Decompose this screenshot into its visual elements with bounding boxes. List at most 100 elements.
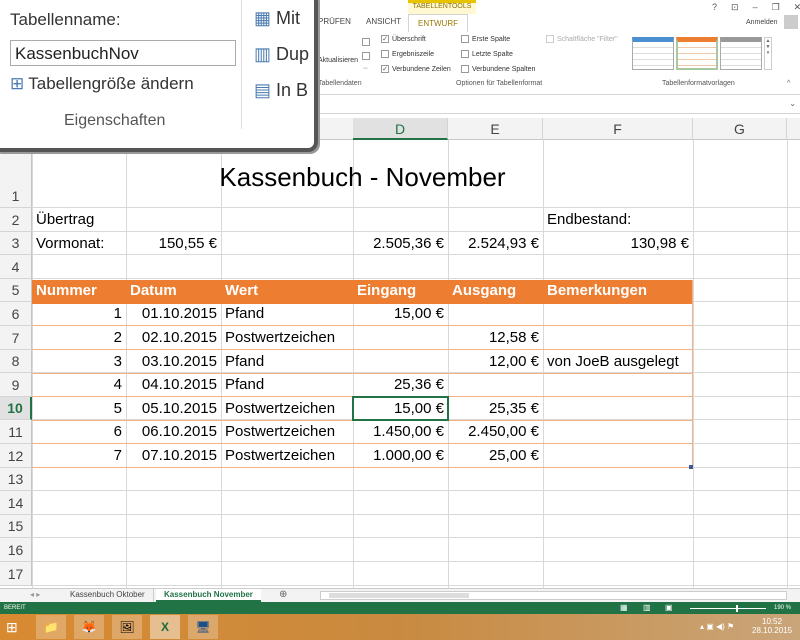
help-button[interactable]: ? xyxy=(712,2,717,13)
table-cell[interactable]: 2 xyxy=(32,326,126,349)
table-cell[interactable]: 5 xyxy=(32,397,126,420)
table-cell[interactable]: 02.10.2015 xyxy=(126,326,221,349)
sheet-title[interactable]: Kassenbuch - November xyxy=(32,160,693,194)
column-header-g[interactable]: G xyxy=(693,118,787,140)
row-header-14[interactable]: 14 xyxy=(0,491,32,515)
table-cell[interactable]: Pfand xyxy=(221,350,353,373)
table-style-blue[interactable] xyxy=(632,37,674,70)
table-cell[interactable]: 05.10.2015 xyxy=(126,397,221,420)
table-cell[interactable]: 04.10.2015 xyxy=(126,373,221,396)
row-header-6[interactable]: 6 xyxy=(0,302,32,326)
option-last-column[interactable]: Letzte Spalte xyxy=(461,50,513,58)
column-header-e[interactable]: E xyxy=(448,118,543,140)
resize-table-button[interactable]: ⊞ Tabellengröße ändern xyxy=(10,74,194,94)
tab-pruefen[interactable]: PRÜFEN xyxy=(318,17,351,26)
row-header-9[interactable]: 9 xyxy=(0,373,32,397)
table-resize-handle[interactable] xyxy=(689,465,693,469)
table-cell[interactable]: 6 xyxy=(32,420,126,443)
table-header-ausgang[interactable]: Ausgang xyxy=(448,279,543,302)
row-header-15[interactable]: 15 xyxy=(0,514,32,539)
row-header-12[interactable]: 12 xyxy=(0,444,32,468)
photos-icon[interactable]: 🖼 xyxy=(112,615,142,639)
properties-icon[interactable] xyxy=(362,38,370,46)
open-browser-icon[interactable] xyxy=(362,52,370,60)
table-cell[interactable]: 15,00 € xyxy=(353,302,448,325)
table-cell[interactable]: 1.450,00 € xyxy=(353,420,448,443)
convert-to-range-button[interactable]: ▤ In B xyxy=(254,80,308,101)
clock[interactable]: 10:52 28.10.2015 xyxy=(752,617,792,635)
column-header-d[interactable]: D xyxy=(353,118,448,140)
tray-icons[interactable]: ▴ ▣ ◀) ⚑ xyxy=(700,622,734,631)
table-cell[interactable]: 12,58 € xyxy=(448,326,543,349)
summarize-pivot-button[interactable]: ▦ Mit xyxy=(254,8,300,29)
option-first-column[interactable]: Erste Spalte xyxy=(461,35,510,43)
table-cell[interactable]: Postwertzeichen xyxy=(221,397,353,420)
zoom-level[interactable]: 190 % xyxy=(774,605,791,611)
table-cell[interactable]: 7 xyxy=(32,444,126,467)
table-cell[interactable]: Postwertzeichen xyxy=(221,420,353,443)
row-header-17[interactable]: 17 xyxy=(0,562,32,586)
ribbon-options-button[interactable]: ⊡ xyxy=(731,2,739,13)
label-endbestand[interactable]: Endbestand: xyxy=(543,208,693,231)
row-header-13[interactable]: 13 xyxy=(0,467,32,492)
cell-vormonat-value[interactable]: 150,55 € xyxy=(126,232,221,255)
row-header-2[interactable]: 2 xyxy=(0,208,32,232)
option-header-row[interactable]: ✓ Überschrift xyxy=(381,35,426,43)
collapse-ribbon-icon[interactable]: ^ xyxy=(787,80,790,87)
cell-endbestand-value[interactable]: 130,98 € xyxy=(543,232,693,255)
table-cell[interactable]: 25,35 € xyxy=(448,397,543,420)
table-name-input[interactable]: KassenbuchNov xyxy=(10,40,236,66)
table-header-eingang[interactable]: Eingang xyxy=(353,279,448,302)
table-header-bemerkungen[interactable]: Bemerkungen xyxy=(543,279,693,302)
table-cell[interactable]: von JoeB ausgelegt xyxy=(543,350,693,373)
unlink-icon[interactable]: ⇔ xyxy=(362,65,369,72)
formula-bar[interactable]: ⌄ xyxy=(318,96,800,114)
row-header-16[interactable]: 16 xyxy=(0,538,32,562)
page-layout-icon[interactable]: ▥ xyxy=(643,603,651,612)
row-header-5[interactable]: 5 xyxy=(0,278,32,303)
table-cell[interactable]: 4 xyxy=(32,373,126,396)
cell-sum-eingang[interactable]: 2.505,36 € xyxy=(353,232,448,255)
row-header-4[interactable]: 4 xyxy=(0,255,32,279)
tab-ansicht[interactable]: ANSICHT xyxy=(366,17,401,26)
windows-start-icon[interactable]: ⊞ xyxy=(6,619,18,636)
horizontal-scrollbar[interactable] xyxy=(320,591,787,600)
table-cell[interactable]: 12,00 € xyxy=(448,350,543,373)
styles-scroll-icon[interactable]: ▲ ▼ ▾ xyxy=(764,37,772,70)
expand-formula-icon[interactable]: ⌄ xyxy=(789,99,796,108)
table-cell[interactable]: 25,00 € xyxy=(448,444,543,467)
column-header-f[interactable]: F xyxy=(543,118,693,140)
table-cell[interactable]: 06.10.2015 xyxy=(126,420,221,443)
table-cell[interactable]: 01.10.2015 xyxy=(126,302,221,325)
normal-view-icon[interactable]: ▦ xyxy=(620,603,628,612)
minimize-button[interactable]: – xyxy=(753,2,758,13)
active-cell-d10[interactable] xyxy=(352,395,449,421)
page-break-icon[interactable]: ▣ xyxy=(665,603,673,612)
close-button[interactable]: ✕ xyxy=(794,2,800,13)
add-sheet-button[interactable]: ⊕ xyxy=(279,589,287,600)
label-uebertrag[interactable]: Übertrag xyxy=(32,208,126,231)
refresh-button[interactable]: Aktualisieren xyxy=(318,57,358,64)
table-cell[interactable]: Postwertzeichen xyxy=(221,326,353,349)
table-header-wert[interactable]: Wert xyxy=(221,279,353,302)
scroll-tabs-icon[interactable]: ◂ ▸ xyxy=(30,590,40,599)
sheet-tab-oktober[interactable]: Kassenbuch Oktober xyxy=(62,589,154,602)
file-explorer-icon[interactable]: 📁 xyxy=(36,615,66,639)
table-cell[interactable]: 03.10.2015 xyxy=(126,350,221,373)
option-banded-rows[interactable]: ✓ Verbundene Zeilen xyxy=(381,65,451,73)
table-cell[interactable]: 25,36 € xyxy=(353,373,448,396)
label-vormonat[interactable]: Vormonat: xyxy=(32,232,126,255)
table-cell[interactable]: 1.000,00 € xyxy=(353,444,448,467)
excel-icon[interactable]: X xyxy=(150,615,180,639)
table-header-datum[interactable]: Datum xyxy=(126,279,221,302)
table-style-gray[interactable] xyxy=(720,37,762,70)
table-header-nummer[interactable]: Nummer xyxy=(32,279,126,302)
remove-duplicates-button[interactable]: ▥ Dup xyxy=(254,44,309,65)
remote-desktop-icon[interactable]: 🖥 xyxy=(188,615,218,639)
option-banded-columns[interactable]: Verbundene Spalten xyxy=(461,65,535,73)
restore-button[interactable]: ❐ xyxy=(772,2,780,13)
cell-sum-ausgang[interactable]: 2.524,93 € xyxy=(448,232,543,255)
option-total-row[interactable]: Ergebniszeile xyxy=(381,50,434,58)
sheet-tab-november[interactable]: Kassenbuch November xyxy=(156,589,261,602)
table-cell[interactable]: 07.10.2015 xyxy=(126,444,221,467)
